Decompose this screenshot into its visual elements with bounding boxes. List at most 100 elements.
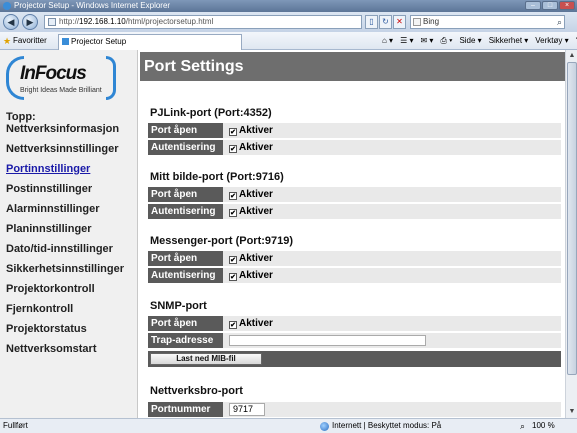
checkbox-checked-icon[interactable]: ✔ [229,145,237,153]
compatibility-view-icon[interactable]: ▯ [365,15,378,29]
port-number-input[interactable]: 9717 [229,403,265,416]
scrollbar-thumb[interactable] [567,62,577,375]
page-menu[interactable]: Side ▾ [459,32,481,50]
star-icon: ★ [3,36,12,46]
sidebar-item-network-restart[interactable]: Nettverksomstart [6,343,124,355]
url-prefix: http:// [59,17,80,26]
messenger-auth-label: Autentisering [148,268,223,283]
url-field[interactable]: http://192.168.1.10/html/projectorsetup.… [44,15,362,29]
sidebar-item-remote-control[interactable]: Fjernkontroll [6,303,124,315]
messenger-port-open-row: Port åpen ✔ Aktiver [148,251,561,266]
sidebar-item-network-settings[interactable]: Nettverksinnstillinger [6,143,124,155]
safety-menu[interactable]: Sikkerhet ▾ [489,32,529,50]
mypicture-port-open-label: Port åpen [148,187,223,202]
snmp-port-open-label: Port åpen [148,316,223,331]
pjlink-auth-label: Autentisering [148,140,223,155]
snmp-port-open-row: Port åpen ✔ Aktiver [148,316,561,331]
minimize-button[interactable]: – [525,1,541,10]
mypicture-port-open-value: Aktiver [239,189,273,200]
checkbox-checked-icon[interactable]: ✔ [229,273,237,281]
checkbox-checked-icon[interactable]: ✔ [229,192,237,200]
search-input[interactable]: Bing ⌕ [410,15,565,29]
security-zone[interactable]: Internett | Beskyttet modus: På [320,419,441,433]
pjlink-auth-value: Aktiver [239,142,273,153]
zoom-text: 100 % [532,421,555,430]
checkbox-checked-icon[interactable]: ✔ [229,128,237,136]
pjlink-port-open-label: Port åpen [148,123,223,138]
mypicture-auth-row: Autentisering ✔ Aktiver [148,204,561,219]
search-icon[interactable]: ⌕ [557,16,562,28]
favorites-label: Favoritter [13,36,47,45]
sidebar-item-network-info[interactable]: Nettverksinformasjon [6,123,124,135]
mypicture-auth-value: Aktiver [239,206,273,217]
refresh-icon[interactable]: ↻ [379,15,392,29]
address-buttons: ▯ ↻ ✕ [365,15,406,29]
forward-button[interactable]: ▶ [22,14,38,30]
sidebar-item-top[interactable]: Topp: [6,111,124,123]
mail-icon[interactable]: ✉ ▾ [421,32,434,50]
messenger-auth-checkbox[interactable]: ✔ Aktiver [229,268,273,283]
maximize-button[interactable]: □ [542,1,558,10]
pjlink-port-open-row: Port åpen ✔ Aktiver [148,123,561,138]
snmp-section-title: SNMP-port [150,300,207,312]
messenger-auth-row: Autentisering ✔ Aktiver [148,268,561,283]
checkbox-checked-icon[interactable]: ✔ [229,209,237,217]
snmp-port-open-value: Aktiver [239,318,273,329]
sidebar-item-datetime-settings[interactable]: Dato/tid-innstillinger [6,243,124,255]
bridge-section-title: Nettverksbro-port [150,385,243,397]
zoom-level[interactable]: ⌕ 100 % [520,419,555,433]
ie-icon [3,2,11,10]
back-button[interactable]: ◀ [3,14,19,30]
page-icon [48,18,56,26]
tab-projector-setup[interactable]: Projector Setup [58,34,242,50]
logo-arc-right [106,56,116,100]
mypicture-port-open-row: Port åpen ✔ Aktiver [148,187,561,202]
home-icon[interactable]: ⌂ ▾ [382,32,393,50]
messenger-port-open-label: Port åpen [148,251,223,266]
infocus-logo: InFocus Bright Ideas Made Brilliant [6,56,116,100]
url-path: /html/projectorsetup.html [125,17,214,26]
stop-icon[interactable]: ✕ [393,15,406,29]
messenger-port-open-checkbox[interactable]: ✔ Aktiver [229,251,273,266]
url-host: 192.168.1.10 [79,17,126,26]
favorites-bar: ★ Favoritter Projector Setup ⌂ ▾ ☰ ▾ ✉ ▾… [0,32,577,50]
close-button[interactable]: × [559,1,575,10]
status-bar: Fullført Internett | Beskyttet modus: På… [0,418,577,433]
mypicture-auth-checkbox[interactable]: ✔ Aktiver [229,204,273,219]
window-title: Projector Setup - Windows Internet Explo… [14,1,171,10]
messenger-auth-value: Aktiver [239,270,273,281]
pjlink-port-open-checkbox[interactable]: ✔ Aktiver [229,123,273,138]
sidebar-item-security-settings[interactable]: Sikkerhetsinnstillinger [6,263,124,275]
sidebar-item-alarm-settings[interactable]: Alarminnstillinger [6,203,124,215]
checkbox-checked-icon[interactable]: ✔ [229,321,237,329]
messenger-section-title: Messenger-port (Port:9719) [150,235,294,247]
mib-download-row: Last ned MIB-fil [148,351,561,367]
sidebar-menu: Topp: Nettverksinformasjon Nettverksinns… [6,111,124,355]
download-mib-button[interactable]: Last ned MIB-fil [150,353,262,365]
sidebar-item-projector-control[interactable]: Projektorkontroll [6,283,124,295]
bridge-port-label: Portnummer [148,402,223,417]
logo-brand: InFocus [20,63,87,84]
favorites-button[interactable]: ★ Favoritter [3,32,47,50]
pjlink-port-open-value: Aktiver [239,125,273,136]
scroll-down-icon[interactable]: ▼ [567,407,577,417]
print-icon[interactable]: ⎙ ▾ [440,32,452,50]
sidebar-item-projector-status[interactable]: Projektorstatus [6,323,124,335]
sidebar-item-schedule-settings[interactable]: Planinnstillinger [6,223,124,235]
logo-tagline: Bright Ideas Made Brilliant [20,87,102,94]
mypicture-port-open-checkbox[interactable]: ✔ Aktiver [229,187,273,202]
page-title: Port Settings [140,52,565,81]
window-titlebar: Projector Setup - Windows Internet Explo… [0,0,577,12]
scroll-up-icon[interactable]: ▲ [567,51,577,61]
checkbox-checked-icon[interactable]: ✔ [229,256,237,264]
snmp-port-open-checkbox[interactable]: ✔ Aktiver [229,316,273,331]
tools-menu[interactable]: Verktøy ▾ [535,32,568,50]
snmp-trap-label: Trap-adresse [148,333,223,348]
feeds-icon[interactable]: ☰ ▾ [400,32,413,50]
trap-address-input[interactable] [229,335,426,346]
sidebar-item-port-settings[interactable]: Portinnstillinger [6,163,124,175]
pjlink-section-title: PJLink-port (Port:4352) [150,107,272,119]
sidebar-item-mail-settings[interactable]: Postinnstillinger [6,183,124,195]
pjlink-auth-checkbox[interactable]: ✔ Aktiver [229,140,273,155]
vertical-scrollbar[interactable]: ▲ ▼ [565,50,577,418]
